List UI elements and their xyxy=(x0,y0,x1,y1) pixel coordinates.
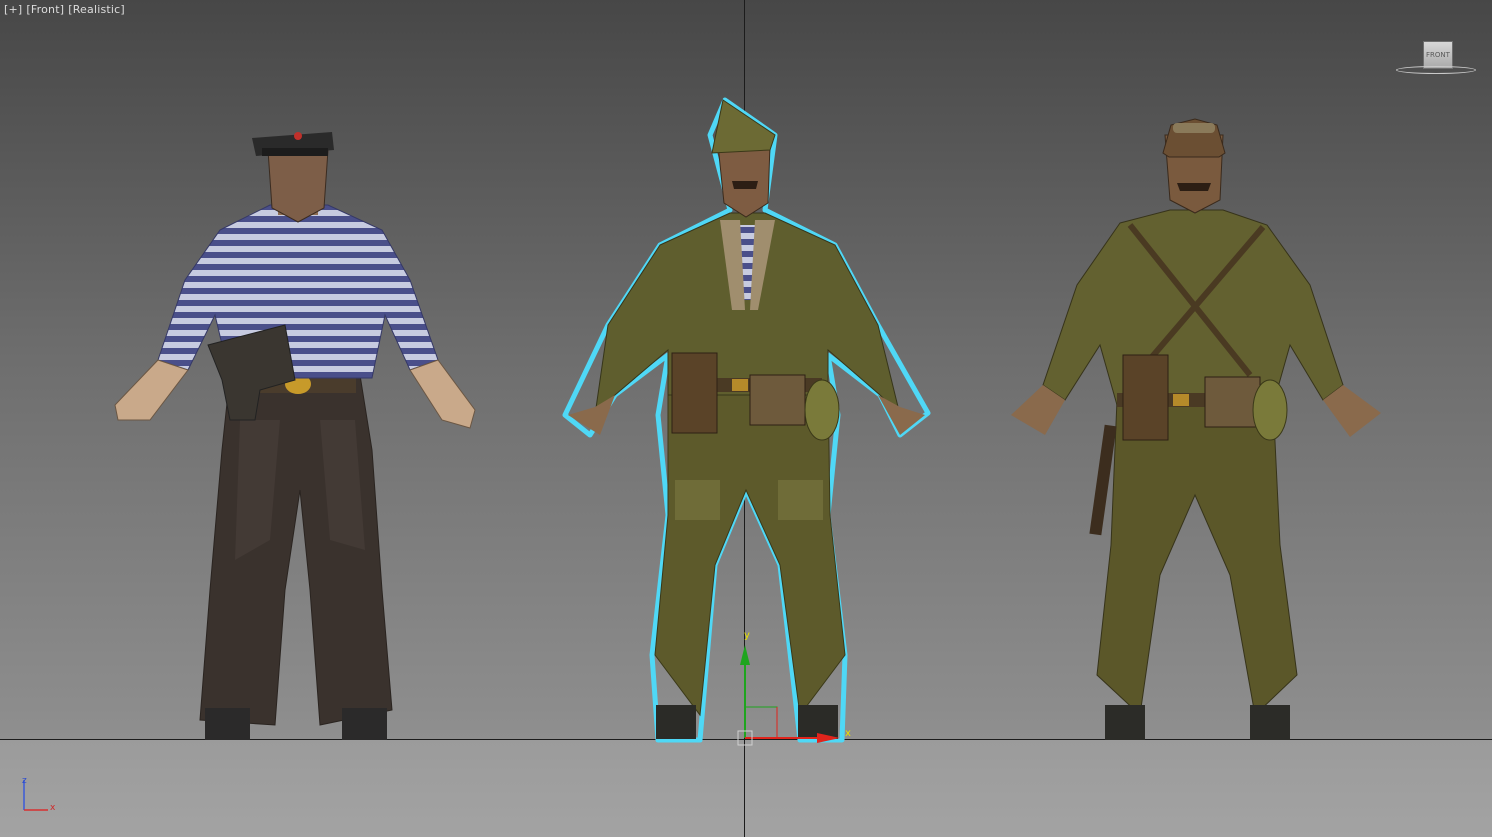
transform-gizmo[interactable]: y x xyxy=(735,625,855,750)
viewport-point-of-view-menu[interactable]: [Front] xyxy=(26,3,64,16)
viewport-general-menu[interactable]: [+] xyxy=(4,3,22,16)
sailor-trousers xyxy=(199,374,393,726)
character-aviator-model[interactable] xyxy=(1005,115,1385,743)
sailor-right-boot xyxy=(342,708,387,740)
gizmo-x-label: x xyxy=(845,728,851,739)
character-sailor-model[interactable] xyxy=(110,120,482,742)
soldier-right-hand xyxy=(878,395,925,435)
aviator-canteen xyxy=(1252,379,1288,441)
aviator-left-pouch xyxy=(1122,354,1169,441)
sailor-left-boot xyxy=(205,708,250,740)
world-axis-x-label: x xyxy=(50,803,56,813)
sailor-striped-shirt xyxy=(157,204,439,379)
soldier-left-pouch xyxy=(671,352,718,434)
gizmo-x-arrowhead xyxy=(817,733,840,743)
gizmo-xy-plane-handle xyxy=(745,706,778,738)
soldier-left-hand xyxy=(568,395,615,435)
aviator-trousers xyxy=(1096,399,1298,717)
viewport-label-menu[interactable]: [+] [Front] [Realistic] xyxy=(4,3,129,16)
aviator-center-pouch xyxy=(1204,376,1261,428)
viewcube[interactable]: FRONT xyxy=(1396,36,1478,80)
sailor-right-arm xyxy=(409,359,476,429)
aviator-left-boot xyxy=(1105,705,1145,740)
soldier-left-boot xyxy=(656,705,696,739)
front-viewport[interactable]: [+] [Front] [Realistic] FRONT y x z x xyxy=(0,0,1492,837)
sailor-left-arm xyxy=(114,359,189,421)
viewcube-compass-ring[interactable] xyxy=(1396,66,1476,74)
aviator-right-boot xyxy=(1250,705,1290,740)
world-axis-tripod: z x xyxy=(18,772,62,816)
gizmo-y-arrowhead xyxy=(740,645,750,665)
soldier-center-pouch xyxy=(749,374,806,426)
viewport-shading-menu[interactable]: [Realistic] xyxy=(68,3,125,16)
sailor-head xyxy=(267,149,329,223)
soldier-canteen xyxy=(804,379,840,441)
gizmo-y-label: y xyxy=(744,630,750,641)
world-axis-z-label: z xyxy=(22,776,27,786)
viewcube-front-face[interactable]: FRONT xyxy=(1423,41,1453,69)
aviator-goggles xyxy=(1173,123,1215,133)
